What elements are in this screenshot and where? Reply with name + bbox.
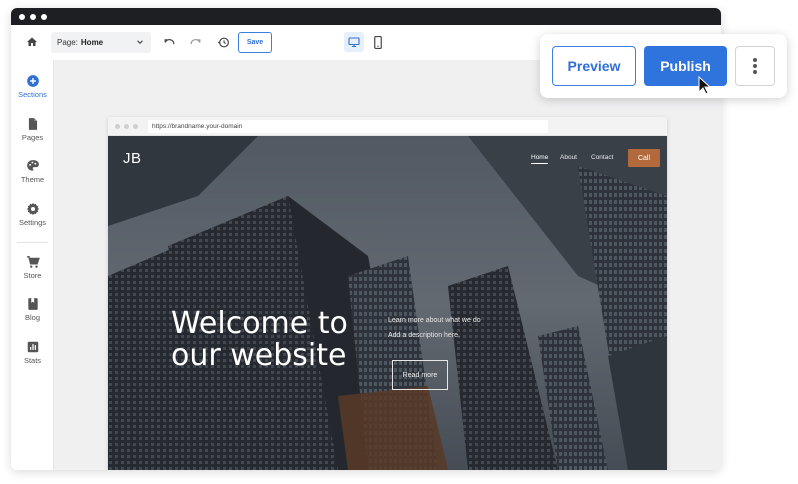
home-icon[interactable] [23,33,41,51]
chevron-down-icon [137,40,143,44]
chart-icon [27,341,38,353]
sidebar-item-store[interactable]: Store [11,255,54,280]
window-dot [41,13,47,20]
cart-icon [26,256,40,268]
page-select-label: Page: [57,38,78,47]
sidebar-item-theme[interactable]: Theme [11,159,54,184]
nav-link-about[interactable]: About [560,154,577,161]
hero-subtext: Add a description here. [388,332,460,339]
hero-headline-line: our website [171,338,347,373]
page-select-value: Home [80,38,104,47]
gear-icon [26,202,39,216]
hero-section[interactable]: JB Home About Contact Call Welcome to ou… [108,136,667,470]
nav-link-home[interactable]: Home [531,154,549,164]
palette-icon [26,160,39,171]
file-icon [28,118,37,130]
window-titlebar [11,8,721,25]
sidebar-item-label: Store [23,271,42,280]
sidebar-item-label: Stats [23,356,42,365]
sidebar-divider [17,242,48,243]
desktop-view-icon[interactable] [344,32,364,52]
publish-popup: Preview Publish [540,34,787,98]
read-more-button[interactable]: Read more [392,360,448,390]
sidebar-item-label: Blog [24,313,40,322]
call-button[interactable]: Call [628,149,660,167]
save-button[interactable]: Save [238,32,272,53]
sidebar-item-sections[interactable]: Sections [11,74,54,99]
browser-dot [115,123,120,129]
browser-dot [124,123,129,129]
history-icon[interactable] [214,33,232,51]
page-select[interactable]: Page: Home [51,32,151,53]
mobile-view-icon[interactable] [371,32,385,52]
mouse-cursor-icon [698,76,712,95]
window-dot [30,13,36,20]
site-preview-frame: https://brandname.your-domain JB Home Ab… [108,117,667,470]
preview-button[interactable]: Preview [552,46,636,86]
hero-headline: Welcome to our website [171,308,381,372]
publish-button[interactable]: Publish [644,46,727,86]
redo-icon[interactable] [186,33,204,51]
window-dot [19,13,25,20]
undo-icon[interactable] [160,33,178,51]
nav-link-contact[interactable]: Contact [591,154,613,161]
sidebar-item-settings[interactable]: Settings [11,202,54,227]
sidebar-item-pages[interactable]: Pages [11,117,54,142]
sidebar-item-label: Settings [18,218,47,227]
preview-browser-bar: https://brandname.your-domain [108,117,667,136]
sidebar-item-label: Theme [20,175,45,184]
book-icon [27,298,38,310]
sidebar-item-blog[interactable]: Blog [11,297,54,322]
sidebar-item-label: Sections [18,90,47,99]
site-logo[interactable]: JB [123,150,142,167]
city-skyline-image [108,136,667,470]
sidebar: Sections Pages Theme Settings Store Blog… [11,60,54,470]
hero-headline-line: Welcome to [171,306,348,341]
browser-dot [133,123,138,129]
url-bar: https://brandname.your-domain [148,119,548,133]
more-options-icon[interactable] [735,46,775,86]
editor-canvas: https://brandname.your-domain JB Home Ab… [54,60,721,470]
sidebar-item-stats[interactable]: Stats [11,340,54,365]
plus-circle-icon [26,75,39,87]
sidebar-item-label: Pages [21,133,44,142]
hero-subtext: Learn more about what we do [388,317,481,324]
